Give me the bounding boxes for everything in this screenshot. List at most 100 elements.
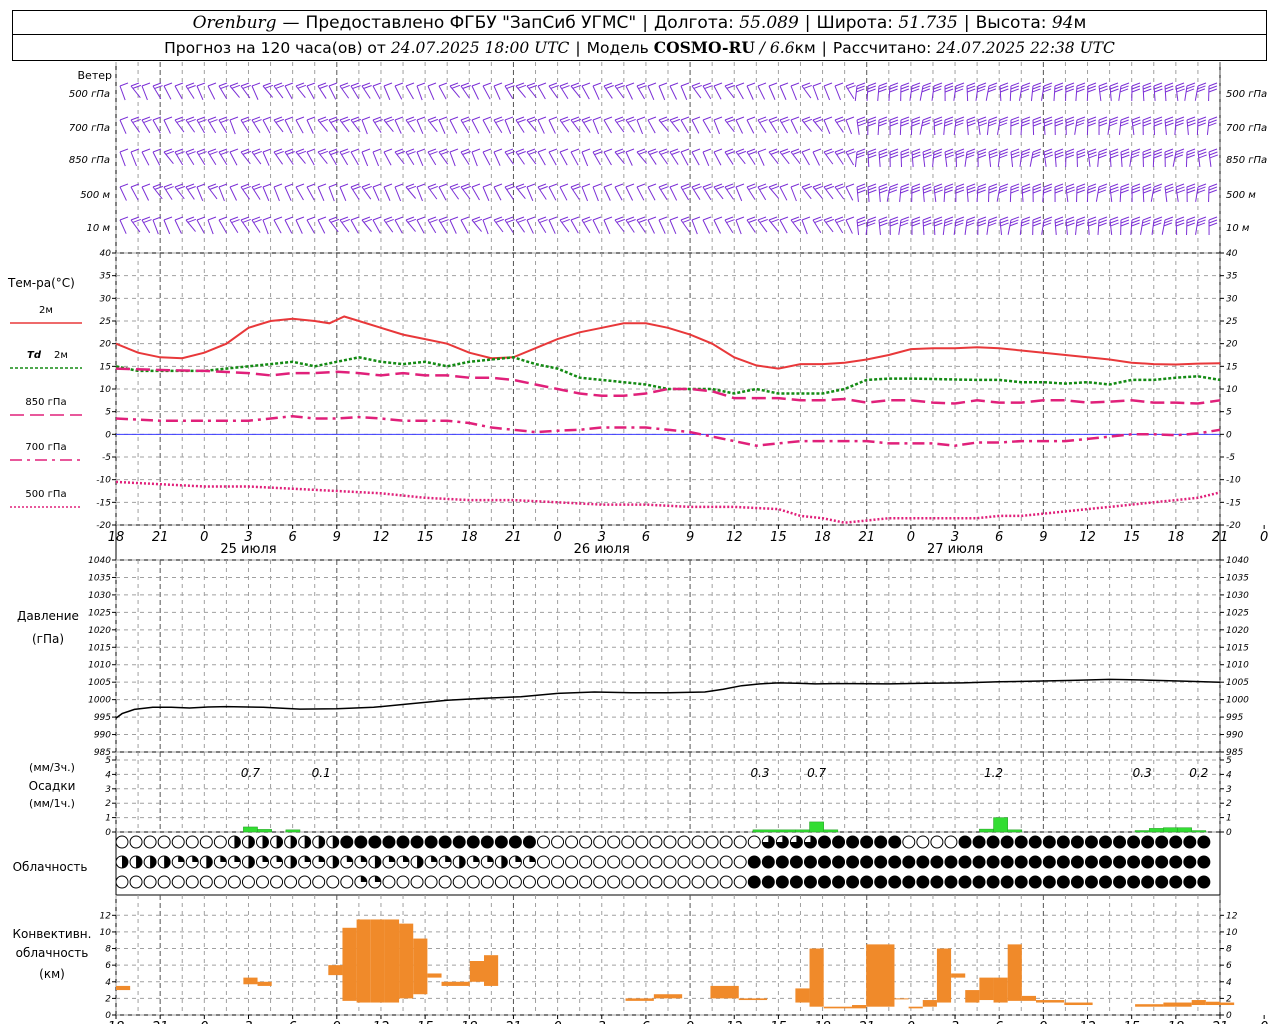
wind-barb-feather xyxy=(1020,88,1030,93)
wind-barb-feather xyxy=(878,82,888,87)
cloud-fill xyxy=(234,836,241,848)
cloud-fill xyxy=(220,855,227,862)
wind-barb-feather xyxy=(901,154,910,159)
wind-barb-feather xyxy=(748,151,757,155)
cloud-fill xyxy=(1183,856,1196,868)
cloud-symbol xyxy=(579,835,593,849)
wind-barb xyxy=(548,151,557,166)
wind-barb-feather xyxy=(220,151,229,156)
wind-barb-feather xyxy=(671,118,681,123)
cloud-symbol xyxy=(579,855,593,869)
wind-barb-feather xyxy=(242,218,251,223)
wind-barb-feather xyxy=(627,118,636,123)
wind-barb-feather xyxy=(889,216,899,221)
wind-barb-feather xyxy=(1142,85,1152,90)
cloud-symbol xyxy=(593,855,607,869)
wind-barb-feather xyxy=(912,154,921,159)
wind-barb-feather xyxy=(1032,219,1042,224)
wind-barb-feather xyxy=(944,219,953,224)
wind-barb-feather xyxy=(911,216,921,221)
legend-label: 2м xyxy=(54,350,68,361)
wind-barb-feather xyxy=(1110,151,1119,156)
wind-barb-feather xyxy=(1164,154,1174,159)
wind-barb-feather xyxy=(583,119,592,123)
cloud-fill xyxy=(1197,856,1210,868)
cloud-fill xyxy=(832,856,845,868)
cloud-symbol xyxy=(607,835,621,849)
wind-barb-feather xyxy=(273,183,283,188)
wind-barb-feather xyxy=(801,216,811,221)
wind-barb-feather xyxy=(726,186,735,190)
wind-barb-feather xyxy=(1142,183,1152,188)
wind-barb-feather xyxy=(341,84,350,89)
cloud-fill xyxy=(481,836,494,848)
cloud-fill xyxy=(445,855,452,862)
wind-barb-feather xyxy=(1165,119,1174,124)
wind-barb xyxy=(823,85,831,101)
wind-barb-feather xyxy=(669,148,679,153)
cloud-symbol xyxy=(508,875,522,889)
precip-bar xyxy=(809,821,824,833)
wind-barb-feather xyxy=(1132,119,1141,124)
wind-barb-feather xyxy=(1176,186,1185,191)
cloud-symbol xyxy=(621,835,635,849)
wind-barb-feather xyxy=(801,148,811,153)
wind-barb-feather xyxy=(834,216,844,221)
y-tick-label: 2 xyxy=(105,799,111,809)
cloud-fill xyxy=(459,856,466,868)
wind-barb xyxy=(174,219,182,234)
wind-barb-feather xyxy=(416,116,426,121)
wind-barb-feather xyxy=(911,189,921,194)
wind-barb xyxy=(559,151,568,166)
convective-bar xyxy=(951,973,966,978)
wind-barb-feather xyxy=(889,154,899,159)
cloud-title: Облачность xyxy=(13,860,88,874)
x-tick-label: 12 xyxy=(373,1020,390,1024)
wind-barb xyxy=(284,219,293,234)
wind-barb-feather xyxy=(339,216,349,221)
convective-bar xyxy=(653,994,683,999)
wind-barb xyxy=(218,186,225,202)
wind-barb-feather xyxy=(825,218,834,223)
wind-barb-feather xyxy=(275,150,284,155)
convective-bar xyxy=(1191,1000,1206,1006)
wind-barb-feather xyxy=(879,219,888,224)
wind-barb xyxy=(449,219,457,234)
cloud-symbol xyxy=(733,835,747,849)
wind-barb-feather xyxy=(911,116,921,121)
wind-barb-feather xyxy=(1153,154,1162,159)
cloud-fill xyxy=(930,876,943,888)
wind-barb-feather xyxy=(163,148,173,153)
wind-barb-feather xyxy=(515,216,525,221)
cloud-symbol xyxy=(213,875,227,889)
x-tick-label: 0 xyxy=(200,1020,208,1024)
wind-barb-feather xyxy=(229,183,239,188)
wind-barb-feather xyxy=(834,116,844,121)
wind-barb-feather xyxy=(1109,183,1119,188)
wind-barb-feather xyxy=(218,82,228,87)
cloud-symbol xyxy=(185,835,199,849)
wind-barb-feather xyxy=(1098,183,1108,188)
wind-barb-feather xyxy=(636,183,646,188)
wind-barb xyxy=(1086,85,1089,102)
wind-barb xyxy=(207,219,214,235)
wind-barb-feather xyxy=(1022,186,1031,191)
wind-barb-feather xyxy=(1075,122,1085,127)
wind-barb xyxy=(1018,85,1023,101)
wind-barb-feather xyxy=(746,216,756,221)
wind-barb-feather xyxy=(1054,119,1064,124)
wind-barb-feather xyxy=(879,222,888,227)
convective-bar xyxy=(328,965,343,976)
wind-barb-feather xyxy=(592,216,602,221)
wind-barb-feather xyxy=(1054,122,1064,127)
wind-barb-feather xyxy=(922,82,932,87)
wind-barb-feather xyxy=(1010,88,1019,93)
wind-barb xyxy=(669,186,678,201)
convective-bar xyxy=(1064,1002,1093,1006)
wind-barb-feather xyxy=(1175,82,1185,87)
cloud-symbol xyxy=(143,835,157,849)
y-tick-label: 1025 xyxy=(1226,608,1249,618)
wind-barb-feather xyxy=(999,183,1009,188)
cloud-symbol xyxy=(691,855,705,869)
wind-barb xyxy=(196,219,205,234)
